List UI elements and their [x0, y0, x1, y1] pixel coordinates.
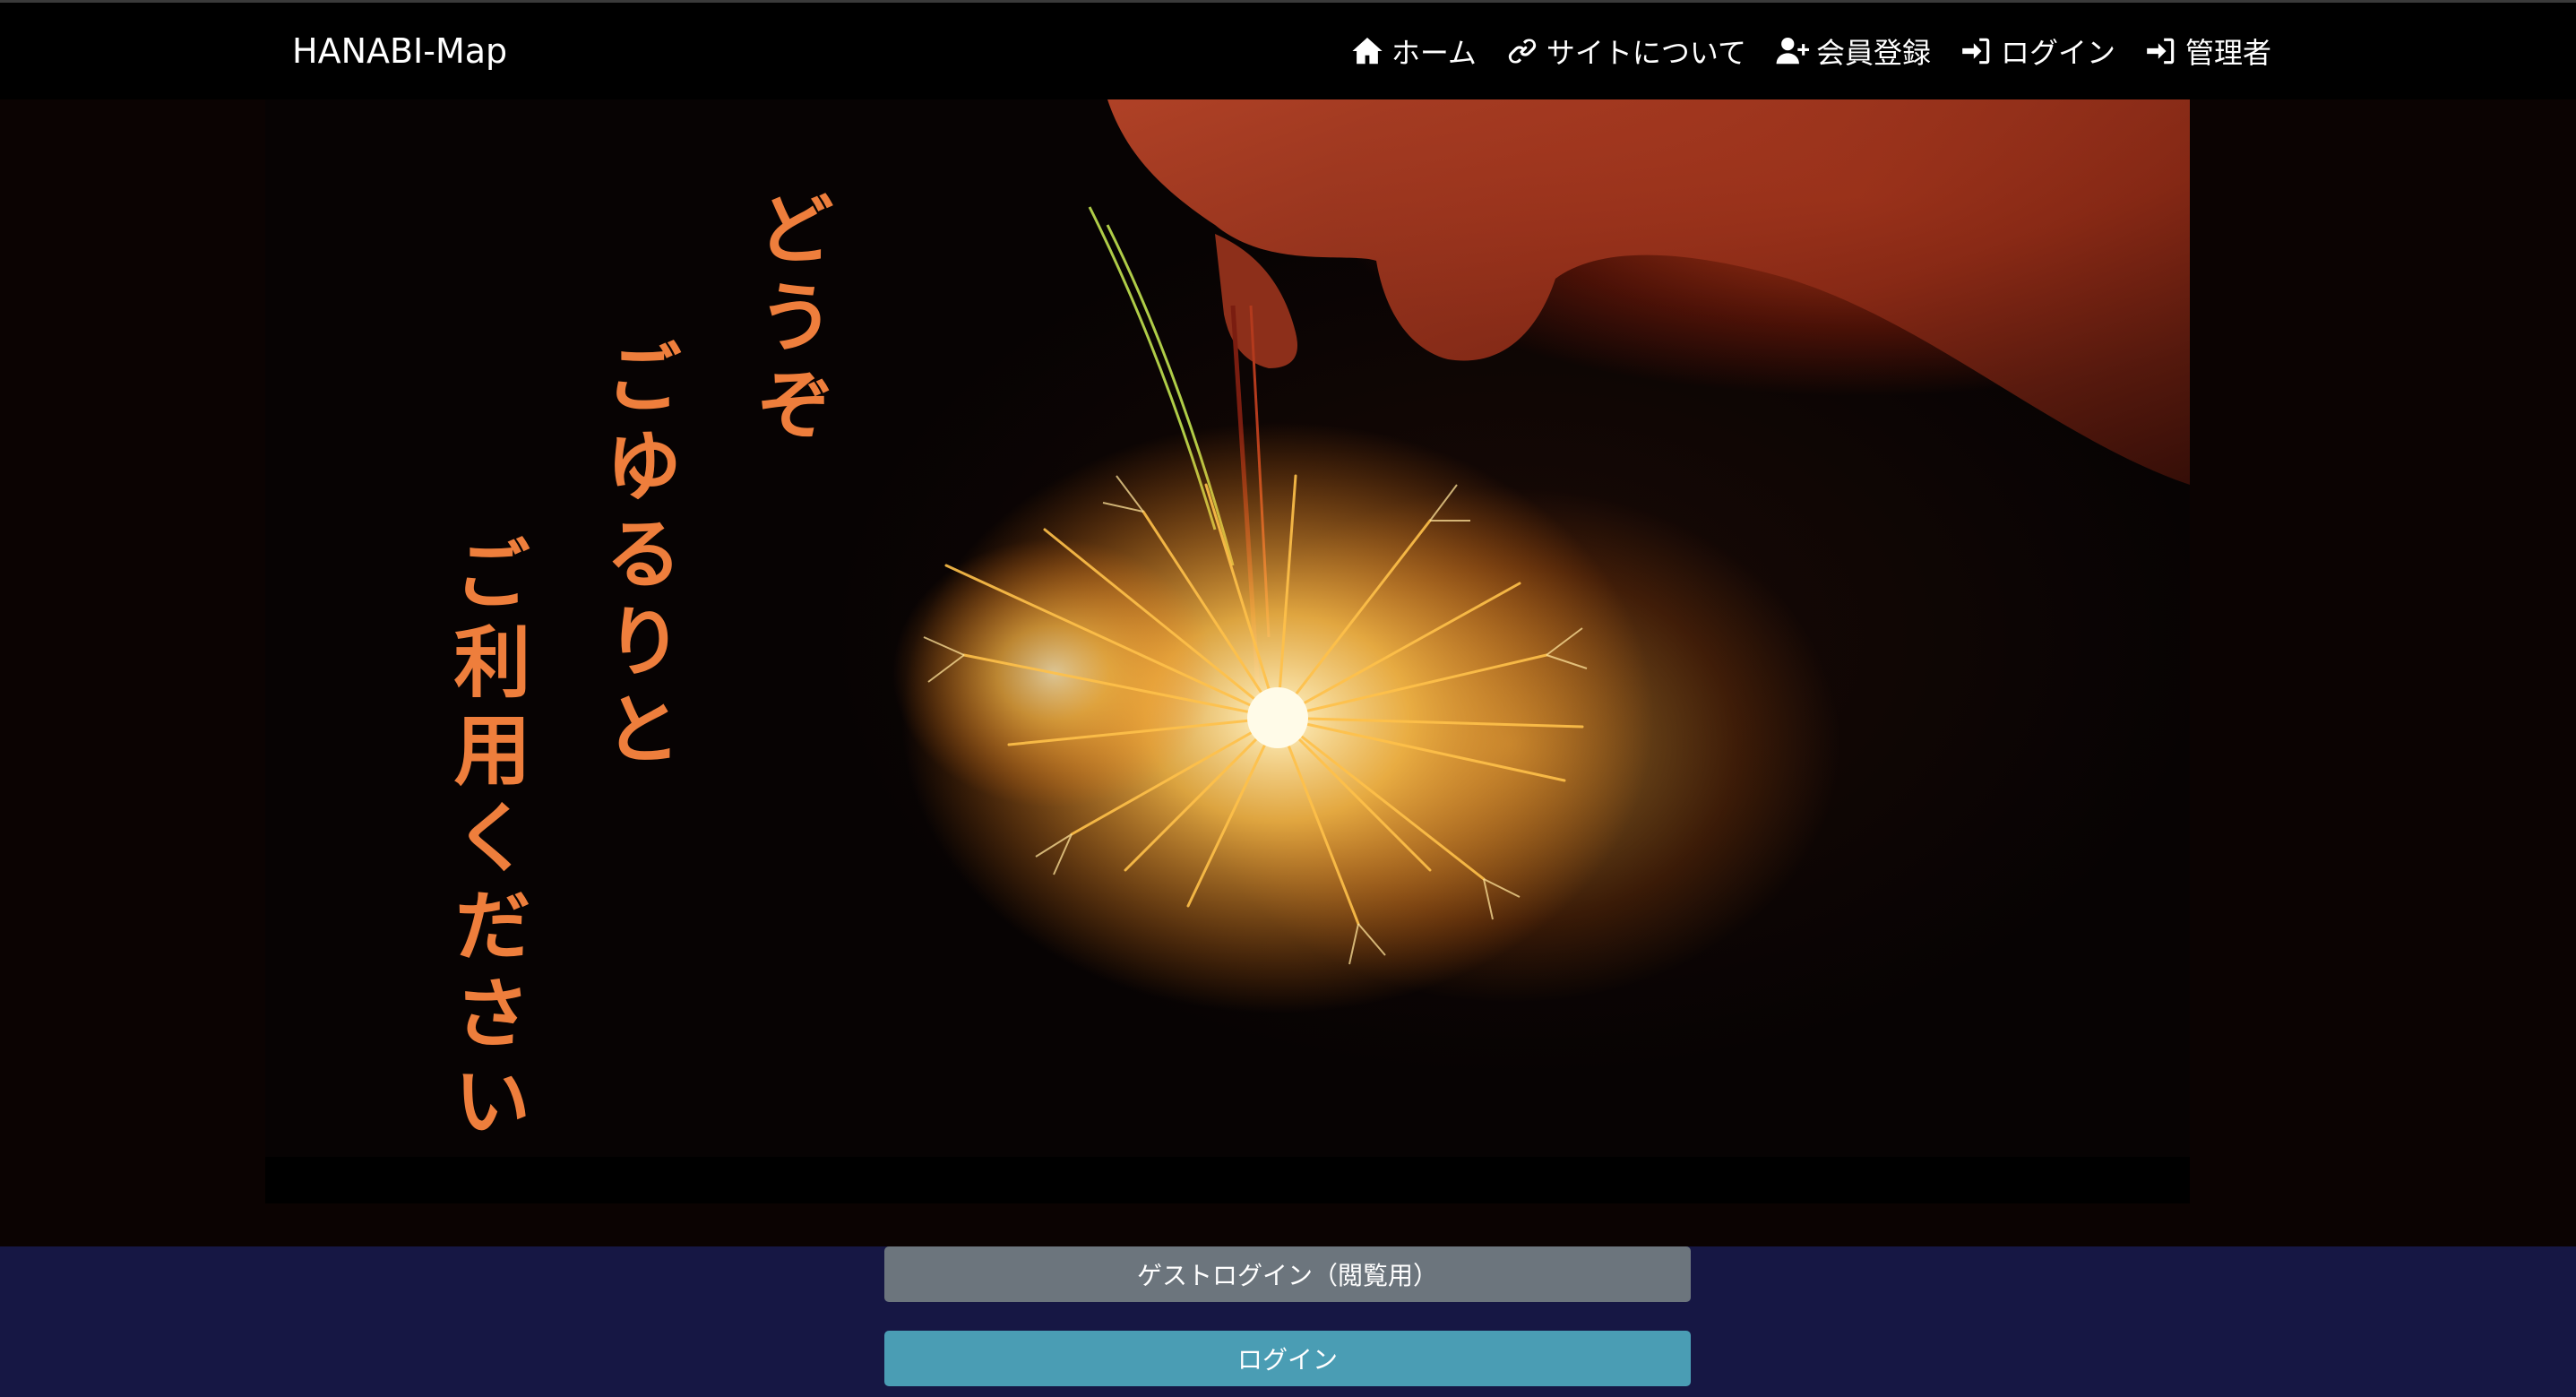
nav-menu: ホーム サイトについて 会員登録 ログイン 管理者 [1350, 26, 2271, 76]
hero-text-line-1: どうぞ [744, 189, 833, 453]
nav-login-label: ログイン [2000, 36, 2115, 70]
hero-text-line-3: ご利用ください [440, 534, 530, 1149]
navbar: HANABI-Map ホーム サイトについて 会員登録 ログイン 管理者 [0, 3, 2576, 99]
brand-link[interactable]: HANABI-Map [292, 26, 507, 76]
nav-about[interactable]: サイトについて [1505, 30, 1746, 72]
guest-login-button[interactable]: ゲストログイン（閲覧用） [884, 1246, 1691, 1302]
nav-about-label: サイトについて [1546, 36, 1746, 70]
nav-admin-label: 管理者 [2184, 36, 2271, 70]
hero-text-line-2: ごゆるりと [591, 338, 681, 777]
nav-login[interactable]: ログイン [1960, 30, 2115, 72]
nav-home[interactable]: ホーム [1350, 30, 1477, 72]
hero-section: どうぞ ごゆるりと ご利用ください [0, 99, 2576, 1246]
hero-image [265, 99, 2190, 1203]
sign-in-icon [1962, 38, 1990, 65]
nav-home-label: ホーム [1391, 36, 1477, 70]
nav-admin[interactable]: 管理者 [2144, 30, 2271, 72]
sign-in-icon [2147, 38, 2175, 65]
nav-register[interactable]: 会員登録 [1775, 30, 1931, 72]
user-plus-icon [1776, 37, 1809, 65]
login-button[interactable]: ログイン [884, 1331, 1691, 1386]
sparkler-illustration [892, 99, 2190, 1013]
home-icon [1352, 37, 1383, 65]
link-icon [1508, 39, 1537, 64]
hero-bottom-strip [265, 1157, 2190, 1203]
nav-register-label: 会員登録 [1815, 36, 1931, 70]
